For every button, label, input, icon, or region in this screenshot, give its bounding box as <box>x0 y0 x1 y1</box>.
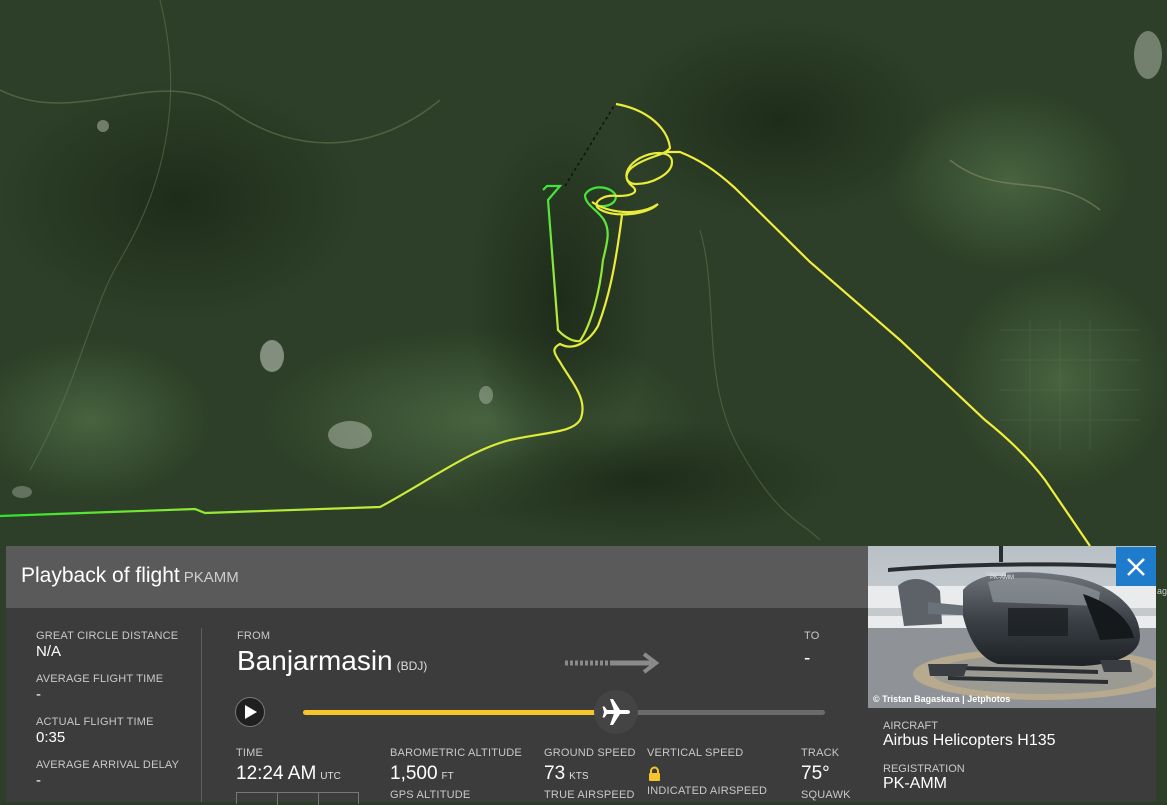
close-icon <box>1127 558 1145 576</box>
ground-speed-label: GROUND SPEED <box>544 747 636 759</box>
time-label: TIME <box>236 747 264 759</box>
from-label: FROM <box>237 630 271 642</box>
indicated-airspeed-label: INDICATED AIRSPEED <box>647 785 768 797</box>
to-label: TO <box>804 630 820 642</box>
baro-altitude-unit: FT <box>441 771 454 782</box>
registration-label: REGISTRATION <box>883 763 965 775</box>
stat-label-great-circle-distance: GREAT CIRCLE DISTANCE <box>36 630 179 642</box>
route-arrow-icon <box>565 652 660 674</box>
origin-code: (BDJ) <box>396 659 428 673</box>
baro-altitude-value: 1,500 <box>390 763 438 784</box>
time-readout: 12:24 AM UTC <box>236 763 341 785</box>
destination-city: - <box>804 648 811 669</box>
stat-label-actual-flight-time: ACTUAL FLIGHT TIME <box>36 716 154 728</box>
stat-value-average-arrival-delay: - <box>36 772 41 789</box>
aircraft-label: AIRCRAFT <box>883 720 938 732</box>
stat-value-actual-flight-time: 0:35 <box>36 729 66 746</box>
flight-playback-panel: Playback of flight PKAMM GREAT CIRCLE DIS… <box>6 546 868 805</box>
stat-value-average-flight-time: - <box>36 686 41 703</box>
helicopter-image: PK-AMM <box>868 546 1156 708</box>
playback-slider[interactable] <box>303 690 825 734</box>
origin-city: Banjarmasin <box>237 645 393 676</box>
track-value: 75° <box>801 763 830 784</box>
registration-value: PK-AMM <box>883 775 947 792</box>
ground-speed-value: 73 <box>544 763 566 784</box>
squawk-label: SQUAWK <box>801 789 851 801</box>
ground-speed-unit: KTS <box>569 771 589 782</box>
close-button[interactable] <box>1116 547 1156 586</box>
play-icon <box>245 705 257 719</box>
photo-credit[interactable]: © Tristan Bagaskara | Jetphotos <box>873 694 1010 704</box>
stat-label-average-arrival-delay: AVERAGE ARRIVAL DELAY <box>36 759 180 771</box>
vertical-speed-label: VERTICAL SPEED <box>647 747 744 759</box>
gps-altitude-label: GPS ALTITUDE <box>390 789 471 801</box>
ground-speed-readout: 73 KTS <box>544 763 589 785</box>
aircraft-card: PK-AMM © Tristan Bagaskara | Jetphotos A… <box>868 546 1156 802</box>
play-button[interactable] <box>235 697 265 727</box>
time-unit: UTC <box>320 771 341 782</box>
aircraft-photo[interactable]: PK-AMM © Tristan Bagaskara | Jetphotos <box>868 546 1156 708</box>
playback-handle[interactable] <box>594 690 639 734</box>
photo-registration-text: PK-AMM <box>990 575 1014 581</box>
playback-progress <box>303 710 617 715</box>
map-edge-label: age <box>1157 586 1167 596</box>
baro-altitude-readout: 1,500 FT <box>390 763 454 785</box>
airplane-icon <box>602 699 631 725</box>
true-airspeed-label: TRUE AIRSPEED <box>544 789 635 801</box>
time-value: 12:24 AM <box>236 763 317 784</box>
lock-icon[interactable] <box>648 766 661 782</box>
stat-label-average-flight-time: AVERAGE FLIGHT TIME <box>36 673 164 685</box>
flight-registration: PKAMM <box>183 569 239 586</box>
column-divider <box>201 628 202 802</box>
track-label: TRACK <box>801 747 840 759</box>
panel-title-text: Playback of flight <box>21 564 180 587</box>
aircraft-value: Airbus Helicopters H135 <box>883 732 1056 749</box>
origin-airport[interactable]: Banjarmasin (BDJ) <box>237 645 427 677</box>
stat-value-great-circle-distance: N/A <box>36 643 62 660</box>
panel-header: Playback of flight PKAMM <box>6 546 868 608</box>
time-step-buttons[interactable] <box>236 792 359 805</box>
panel-title: Playback of flight PKAMM <box>21 564 239 588</box>
baro-altitude-label: BAROMETRIC ALTITUDE <box>390 747 522 759</box>
